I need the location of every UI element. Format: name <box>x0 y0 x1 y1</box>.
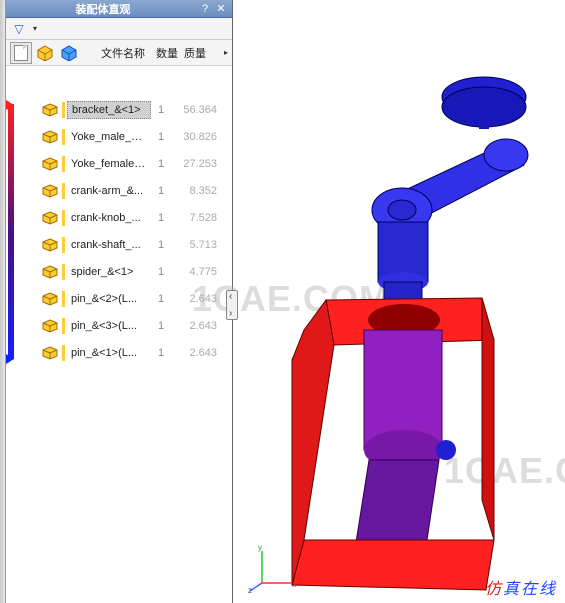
part-name: pin_&<3>(L... <box>67 318 151 334</box>
gradient-bar <box>8 104 14 359</box>
orientation-triad[interactable]: y x z <box>248 543 298 593</box>
part-qty: 1 <box>151 320 171 332</box>
col-mass[interactable]: 质量 <box>180 45 222 61</box>
part-name: crank-knob_... <box>67 210 151 226</box>
part-qty: 1 <box>151 266 171 278</box>
footer-char: 真 <box>503 581 521 598</box>
part-name: pin_&<2>(L... <box>67 291 151 307</box>
part-icon <box>42 157 58 171</box>
tree-row[interactable]: pin_&<1>(L...12.643 <box>16 339 232 366</box>
part-mass: 4.775 <box>171 266 217 278</box>
filter-dropdown-icon[interactable]: ▾ <box>28 22 42 36</box>
color-bar <box>62 210 65 226</box>
part-name: pin_&<1>(L... <box>67 345 151 361</box>
footer-char: 仿 <box>485 581 503 598</box>
expand-columns-icon[interactable]: ▸ <box>224 48 232 57</box>
view-list-button[interactable] <box>10 42 32 64</box>
footer-watermark: 仿真在线 <box>485 575 557 599</box>
part-qty: 1 <box>151 212 171 224</box>
part-mass: 2.643 <box>171 347 217 359</box>
part-icon <box>42 238 58 252</box>
part-name: Yoke_female_... <box>67 156 151 172</box>
color-bar <box>62 183 65 199</box>
col-filename[interactable]: 文件名称 <box>96 45 150 61</box>
tree-row[interactable]: pin_&<2>(L...12.643 <box>16 285 232 312</box>
cube-yellow-icon <box>37 45 53 61</box>
part-icon <box>42 346 58 360</box>
part-name: crank-shaft_... <box>67 237 151 253</box>
sheet-icon <box>14 45 28 61</box>
color-gradient-strip <box>6 66 16 603</box>
part-name: Yoke_male_&... <box>67 129 151 145</box>
axis-z-label: z <box>248 586 252 593</box>
part-mass: 56.364 <box>171 104 217 116</box>
part-icon <box>42 130 58 144</box>
part-icon <box>42 319 58 333</box>
part-icon <box>42 184 58 198</box>
toolbar: 文件名称 数量 质量 ▸ <box>6 40 232 66</box>
filter-icon[interactable]: ▽ <box>12 22 26 36</box>
part-icon <box>42 103 58 117</box>
axis-x-label: x <box>292 580 296 589</box>
color-bar <box>62 102 65 118</box>
tree-row[interactable]: Yoke_male_&...130.826 <box>16 123 232 150</box>
close-icon[interactable]: ✕ <box>214 2 228 16</box>
tree-row[interactable]: pin_&<3>(L...12.643 <box>16 312 232 339</box>
part-mass: 7.528 <box>171 212 217 224</box>
part-qty: 1 <box>151 158 171 170</box>
tree-row[interactable]: Yoke_female_...127.253 <box>16 150 232 177</box>
part-qty: 1 <box>151 239 171 251</box>
assembly-panel: 装配体直观 ? ✕ ▽ ▾ 文件名称 数 <box>6 0 233 603</box>
component-tree: bracket_&<1>156.364Yoke_male_&...130.826… <box>16 66 232 603</box>
part-name: crank-arm_&... <box>67 183 151 199</box>
panel-resize-handle[interactable] <box>226 290 238 320</box>
color-bar <box>62 264 65 280</box>
tree-row[interactable]: crank-arm_&...18.352 <box>16 177 232 204</box>
part-qty: 1 <box>151 293 171 305</box>
tree-area: bracket_&<1>156.364Yoke_male_&...130.826… <box>6 66 232 603</box>
axis-y-label: y <box>258 543 262 552</box>
panel-titlebar: 装配体直观 ? ✕ <box>6 0 232 18</box>
help-icon[interactable]: ? <box>198 2 212 16</box>
gradient-bottom-marker[interactable] <box>6 354 14 364</box>
part-qty: 1 <box>151 347 171 359</box>
part-icon <box>42 292 58 306</box>
part-qty: 1 <box>151 131 171 143</box>
part-mass: 27.253 <box>171 158 217 170</box>
show-parts-button[interactable] <box>34 42 56 64</box>
color-bar <box>62 129 65 145</box>
part-qty: 1 <box>151 104 171 116</box>
part-mass: 5.713 <box>171 239 217 251</box>
filter-bar: ▽ ▾ <box>6 18 232 40</box>
col-qty[interactable]: 数量 <box>152 45 178 61</box>
part-mass: 8.352 <box>171 185 217 197</box>
part-icon <box>42 265 58 279</box>
part-icon <box>42 211 58 225</box>
3d-viewport[interactable]: 1CAE.COM 1CAE.COM <box>234 0 565 603</box>
color-bar <box>62 345 65 361</box>
part-mass: 2.643 <box>171 320 217 332</box>
tree-row[interactable]: crank-knob_...17.528 <box>16 204 232 231</box>
part-mass: 30.826 <box>171 131 217 143</box>
panel-title: 装配体直观 <box>10 1 196 17</box>
part-name: spider_&<1> <box>67 264 151 280</box>
footer-char: 在 <box>521 581 539 598</box>
tree-row[interactable]: bracket_&<1>156.364 <box>16 96 232 123</box>
color-bar <box>62 156 65 172</box>
tree-row[interactable]: crank-shaft_...15.713 <box>16 231 232 258</box>
part-mass: 2.643 <box>171 293 217 305</box>
tree-row[interactable]: spider_&<1>14.775 <box>16 258 232 285</box>
cube-blue-icon <box>61 45 77 61</box>
model-render <box>234 0 564 600</box>
footer-char: 线 <box>539 581 557 598</box>
part-name: bracket_&<1> <box>67 101 151 119</box>
part-qty: 1 <box>151 185 171 197</box>
color-bar <box>62 291 65 307</box>
show-assemblies-button[interactable] <box>58 42 80 64</box>
color-bar <box>62 318 65 334</box>
color-bar <box>62 237 65 253</box>
